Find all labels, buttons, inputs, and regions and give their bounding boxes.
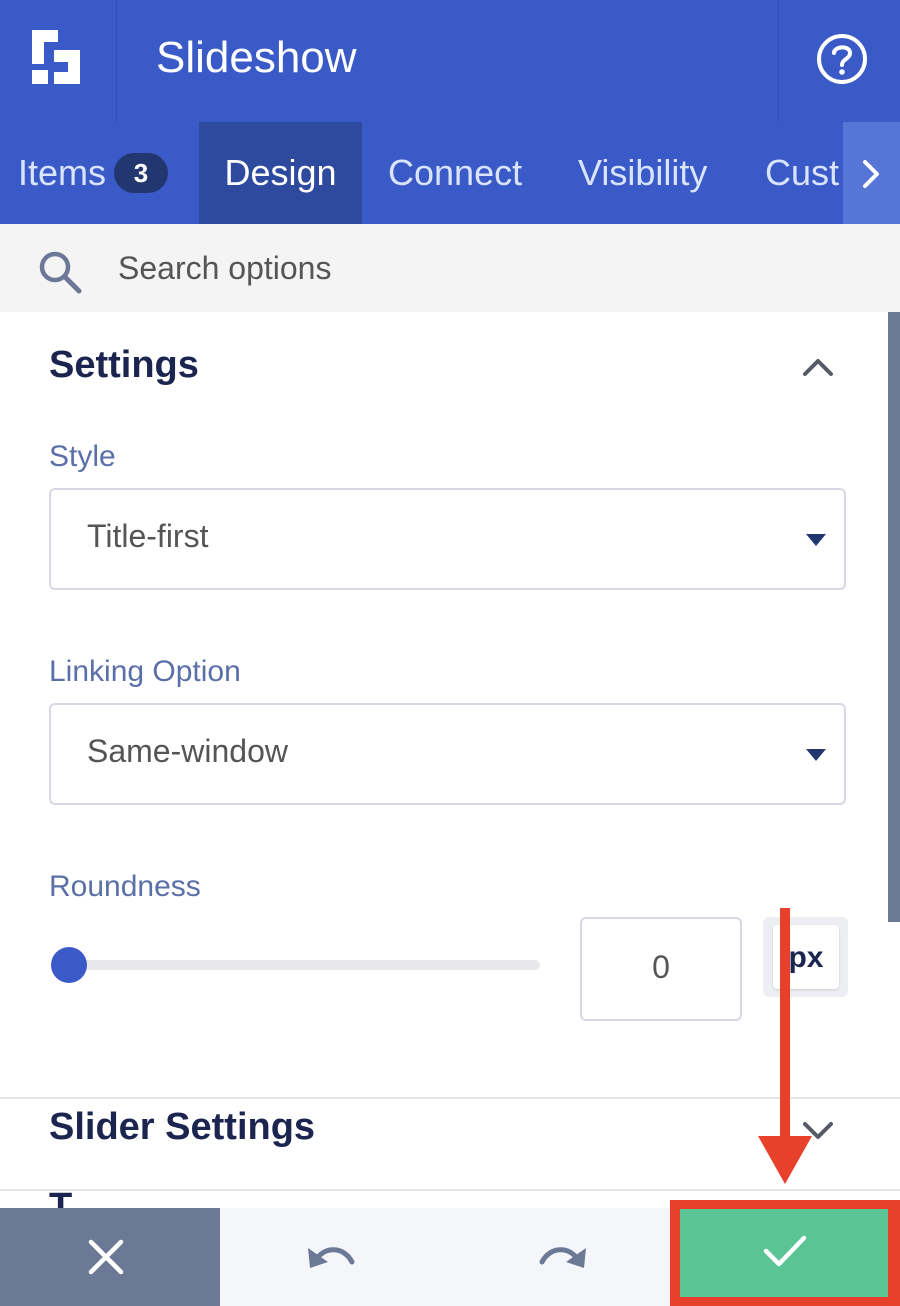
chevron-up-icon[interactable] [802,356,834,378]
items-count-badge: 3 [114,153,169,194]
settings-section-title[interactable]: Settings [49,344,199,387]
roundness-slider-track[interactable] [68,960,540,970]
footer-toolbar [0,1200,900,1306]
style-select[interactable]: Title-first [49,488,846,590]
save-button[interactable] [680,1209,888,1297]
caret-down-icon [806,749,826,761]
section-divider [0,1097,900,1099]
scrollbar[interactable] [888,312,900,922]
linking-option-select-value: Same-window [87,733,288,769]
roundness-label: Roundness [49,870,201,903]
style-label: Style [49,440,116,473]
tab-design[interactable]: Design [199,122,362,224]
search-input[interactable] [118,244,818,292]
tab-bar: Items 3 Design Connect Visibility Cust [0,122,900,224]
linking-option-label: Linking Option [49,655,241,688]
tab-items-label: Items [18,152,107,193]
panel-title: Slideshow [156,33,357,82]
header-bar: Slideshow [0,0,900,122]
roundness-input[interactable]: 0 [580,917,742,1021]
search-bar [0,224,900,312]
save-button-highlight [670,1200,900,1306]
tab-visibility-label: Visibility [578,152,708,193]
section-divider [0,1189,900,1191]
next-section-title[interactable]: T [49,1192,129,1208]
tab-custom[interactable]: Cust [765,122,839,224]
linking-option-select[interactable]: Same-window [49,703,846,805]
unit-selector[interactable]: px [763,917,848,997]
annotation-arrow-head [758,1136,812,1184]
close-icon [88,1239,124,1275]
tab-scroll-right-button[interactable] [843,122,900,224]
redo-icon [539,1247,586,1268]
search-icon [39,251,82,294]
builder-logo-icon [32,30,80,84]
tab-custom-label: Cust [765,152,840,193]
roundness-value: 0 [652,949,670,985]
undo-icon [308,1247,355,1268]
tab-visibility[interactable]: Visibility [578,122,707,224]
tab-connect[interactable]: Connect [388,122,522,224]
tab-items[interactable]: Items 3 [18,122,169,224]
chevron-right-icon [863,160,879,188]
style-select-value: Title-first [87,518,209,554]
redo-button[interactable] [444,1208,670,1306]
caret-down-icon [806,534,826,546]
undo-button[interactable] [220,1208,444,1306]
annotation-arrow-shaft [780,908,790,1140]
slider-settings-section-title[interactable]: Slider Settings [49,1106,315,1149]
cancel-button[interactable] [0,1208,220,1306]
tab-design-label: Design [224,152,337,193]
help-circle-icon [817,34,867,84]
tab-connect-label: Connect [388,152,523,193]
next-section-title-text: T [49,1192,129,1208]
logo[interactable] [0,0,117,122]
help-button[interactable] [778,0,900,122]
check-icon [763,1235,807,1267]
roundness-slider-handle[interactable] [51,947,87,983]
